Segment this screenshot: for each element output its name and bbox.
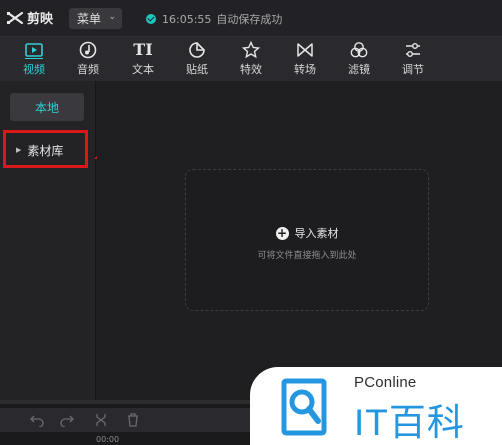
app-name: 剪映	[27, 12, 54, 27]
save-time: 16:05:55	[162, 12, 212, 26]
tab-adjust[interactable]: 调节	[390, 37, 436, 81]
tab-label: 调节	[402, 63, 424, 76]
source-sidebar: 本地 ▶ 素材库	[0, 81, 96, 400]
tab-video[interactable]: 视频	[11, 37, 57, 81]
split-icon[interactable]	[94, 413, 108, 427]
tab-filter[interactable]: 滤镜	[336, 37, 382, 81]
undo-icon[interactable]	[30, 413, 44, 427]
redo-icon[interactable]	[60, 413, 74, 427]
text-icon: TI	[133, 40, 153, 59]
save-status-text: 自动保存成功	[216, 13, 283, 26]
tab-label: 滤镜	[348, 63, 370, 76]
tab-label: 转场	[294, 63, 316, 76]
tab-sticker[interactable]: 贴纸	[174, 37, 220, 81]
sidebar-item-local[interactable]: 本地	[10, 93, 84, 121]
adjust-sliders-icon	[406, 43, 420, 57]
watermark-brand-top: PConline	[354, 374, 417, 391]
save-status: 16:05:55 自动保存成功	[146, 11, 282, 27]
chevron-down-icon: ⌄	[108, 12, 116, 22]
app-logo: 剪映	[6, 8, 53, 27]
media-panel: + 导入素材 可将文件直接拖入到此处	[97, 81, 502, 400]
timecode-ruler: 00:00	[96, 435, 120, 444]
annotation-highlight-box	[3, 130, 88, 168]
music-note-icon	[79, 41, 97, 59]
media-toolbar: 视频 音频 TI 文本 贴纸 特效 转场 滤镜 调节	[0, 36, 502, 81]
menu-dropdown[interactable]: 菜单 ⌄	[69, 8, 122, 29]
tab-label: 音频	[77, 63, 99, 76]
check-circle-icon	[146, 14, 156, 24]
filter-icon	[350, 42, 368, 58]
tab-transition[interactable]: 转场	[282, 37, 328, 81]
import-label: 导入素材	[294, 227, 339, 240]
effects-star-icon	[241, 41, 261, 59]
search-magnifier-logo-icon	[281, 378, 327, 436]
import-dropzone[interactable]: + 导入素材 可将文件直接拖入到此处	[185, 169, 429, 311]
tab-label: 特效	[240, 63, 262, 76]
plus-icon: +	[275, 225, 289, 240]
drag-hint: 可将文件直接拖入到此处	[257, 251, 357, 261]
timeline-toolbar	[0, 408, 250, 432]
import-button[interactable]: + 导入素材	[186, 225, 428, 241]
video-icon	[25, 43, 43, 59]
tab-audio[interactable]: 音频	[65, 37, 111, 81]
menu-label: 菜单	[77, 12, 102, 26]
delete-icon[interactable]	[126, 413, 140, 427]
capcut-logo-icon	[6, 11, 24, 24]
title-bar: 剪映 菜单 ⌄ 16:05:55 自动保存成功	[0, 0, 502, 36]
sticker-icon	[189, 42, 205, 58]
tab-label: 文本	[132, 63, 154, 76]
pconline-watermark: PConline IT百科	[250, 367, 502, 445]
tab-label: 贴纸	[186, 63, 208, 76]
tab-effects[interactable]: 特效	[228, 37, 274, 81]
tab-text[interactable]: TI 文本	[120, 37, 166, 81]
watermark-brand-main: IT百科	[354, 402, 465, 443]
tab-label: 视频	[23, 63, 45, 76]
transition-icon	[297, 43, 313, 57]
